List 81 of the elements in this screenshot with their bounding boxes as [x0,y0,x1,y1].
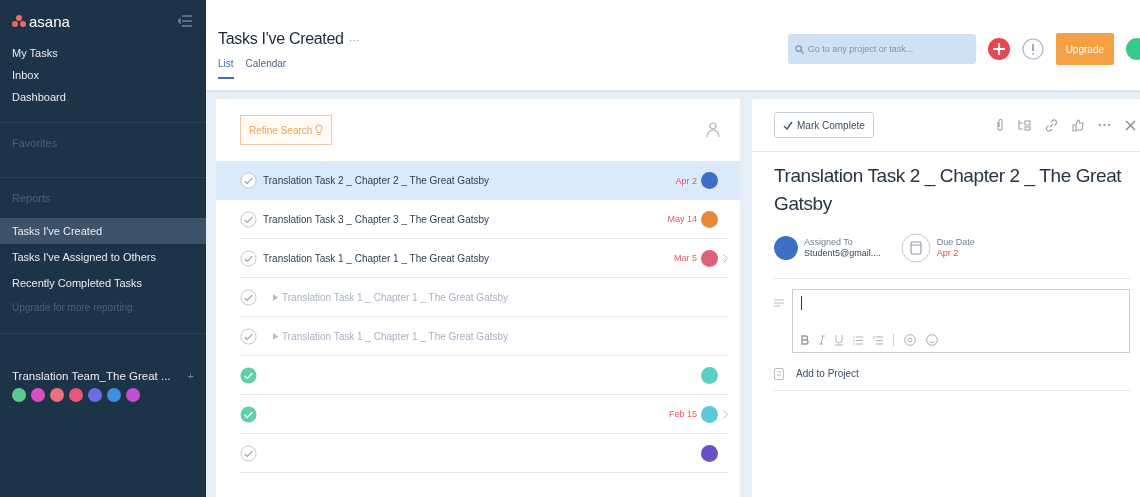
nav-item[interactable]: Dashboard [0,86,206,108]
add-to-project-link[interactable]: Add to Project [796,368,859,379]
italic-icon[interactable] [819,335,825,345]
task-title: Translation Task 2 _ Chapter 2 _ The Great Gatsby [263,175,490,186]
person-icon[interactable] [706,122,720,138]
assignee-name[interactable]: Student5@gmail.... [804,248,881,259]
task-row[interactable]: Translation Task 2 _ Chapter 2 _ The Great Gatsby Apr 2 [216,161,740,200]
checkmark-icon [783,120,793,130]
member-avatar[interactable] [12,388,26,402]
subtask-icon [273,332,278,340]
description-icon [774,299,784,307]
subtask-icon[interactable] [1018,119,1031,131]
help-icon[interactable] [1021,38,1044,60]
member-avatar[interactable] [50,388,64,402]
search-icon [794,45,804,54]
logo-icon [12,15,26,27]
due-date: Feb 15 [668,409,697,419]
bullet-list-icon[interactable] [853,335,863,345]
due-date[interactable]: Apr 2 [936,248,975,259]
more-icon[interactable] [1098,123,1111,127]
bulb-icon [315,124,324,136]
task-row[interactable]: Translation Task 3 _ Chapter 3 _ The Great Gatsby May 14 [240,200,728,239]
nav-item[interactable]: Inbox [0,64,206,86]
checkmark-icon[interactable] [240,444,257,462]
due-date: Apr 2 [675,175,697,186]
checkmark-icon[interactable] [240,288,257,306]
assignee-avatar[interactable] [701,249,718,267]
member-avatar[interactable] [31,388,45,402]
assignee-avatar[interactable] [701,444,718,462]
team-name[interactable]: Translation Team_The Great ... [12,370,171,382]
checkmark-icon[interactable] [240,327,257,345]
calendar-icon[interactable] [900,233,931,263]
subtask-icon [273,293,278,301]
mark-complete-button[interactable]: Mark Complete [774,112,874,138]
due-date: May 14 [667,214,697,224]
member-avatar[interactable] [107,388,121,402]
mention-icon[interactable] [904,334,916,346]
menu-icon[interactable] [178,15,192,27]
task-title: Translation Task 1 _ Chapter 1 _ The Great Gatsby [282,330,509,342]
nav-item[interactable]: My Tasks [0,42,206,64]
assignee-avatar[interactable] [774,236,798,260]
numbered-list-icon[interactable] [873,335,883,345]
task-title: Translation Task 1 _ Chapter 1 _ The Great Gatsby [282,291,509,303]
task-row[interactable]: Translation Task 1 _ Chapter 1 _ The Great Gatsby Mar 5 [240,239,728,278]
chevron-icon[interactable] [723,409,728,419]
report-item[interactable]: Recently Completed Tasks [0,270,206,296]
add-icon[interactable] [987,38,1010,60]
report-item[interactable]: Tasks I've Created [0,218,206,244]
task-title: Translation Task 1 _ Chapter 1 _ The Great Gatsby [263,252,490,264]
assignee-label: Assigned To [804,237,854,248]
member-avatar[interactable] [69,388,83,402]
paperclip-icon[interactable] [996,118,1004,132]
description-field[interactable] [792,289,1130,353]
close-icon[interactable] [1125,119,1136,131]
link-icon[interactable] [1045,118,1058,132]
report-item[interactable]: Tasks I've Assigned to Others [0,244,206,270]
page-title: Tasks I've Created [218,30,344,48]
logo-text: asana [29,12,70,30]
task-row[interactable]: Feb 15 [240,395,728,434]
checkmark-icon[interactable] [240,172,257,189]
bold-icon[interactable] [801,335,809,345]
task-heading: Translation Task 2 _ Chapter 2 _ The Great Gatsby [774,164,1123,216]
due-date-label: Due Date [936,237,975,248]
underline-icon[interactable] [835,334,843,346]
chevron-icon[interactable] [723,253,728,263]
clipboard-icon [774,367,784,380]
emoji-icon[interactable] [926,334,938,346]
member-avatar[interactable] [126,388,140,402]
view-tab[interactable]: List [218,58,234,79]
assignee-avatar[interactable] [701,210,718,228]
due-date: Mar 5 [674,253,697,263]
member-avatar[interactable] [88,388,102,402]
assignee-avatar[interactable] [701,172,718,189]
checkmark-icon[interactable] [240,366,257,384]
search-field[interactable]: Go to any project or task... [787,34,976,64]
task-title: Translation Task 3 _ Chapter 3 _ The Great Gatsby [263,213,490,225]
thumbs-up-icon[interactable] [1072,118,1084,132]
checkmark-icon[interactable] [240,405,257,423]
checkmark-icon[interactable] [240,249,257,267]
checkmark-icon[interactable] [240,210,257,228]
view-tab[interactable]: Calendar [245,58,287,79]
